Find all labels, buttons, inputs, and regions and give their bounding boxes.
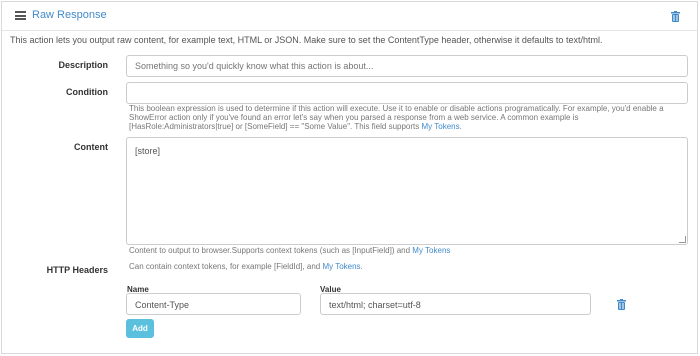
content-help-text: Content to output to browser.Supports co… bbox=[129, 246, 411, 255]
content-textarea[interactable]: [store] bbox=[126, 137, 688, 245]
condition-help-line-3: [HasRole:Administrators|true] or [SomeFi… bbox=[129, 122, 689, 131]
description-label: Description bbox=[58, 60, 108, 70]
condition-help-line-1: This boolean expression is used to deter… bbox=[129, 104, 664, 113]
trash-icon[interactable] bbox=[671, 9, 680, 27]
condition-label: Condition bbox=[66, 87, 108, 97]
description-field[interactable] bbox=[126, 55, 688, 77]
resize-handle[interactable] bbox=[679, 236, 686, 243]
content-help: Content to output to browser.Supports co… bbox=[129, 246, 450, 255]
condition-help-text: [HasRole:Administrators|true] or [SomeFi… bbox=[129, 122, 420, 131]
condition-help: This boolean expression is used to deter… bbox=[129, 104, 689, 131]
headers-help-end: . bbox=[360, 262, 363, 271]
content-value: [store] bbox=[135, 146, 161, 156]
content-my-tokens-link[interactable]: My Tokens bbox=[412, 246, 450, 255]
hamburger-icon[interactable] bbox=[15, 11, 26, 20]
headers-help-text: Can contain context tokens, for example … bbox=[129, 262, 321, 271]
condition-help-line-2: ShowError action only if you've found an… bbox=[129, 113, 579, 122]
action-description: This action lets you output raw content,… bbox=[10, 35, 603, 45]
condition-help-end: . bbox=[459, 122, 462, 131]
condition-field[interactable] bbox=[126, 82, 688, 104]
header-name-field[interactable]: Content-Type bbox=[126, 293, 301, 315]
condition-my-tokens-link[interactable]: My Tokens bbox=[422, 122, 460, 131]
content-label: Content bbox=[74, 142, 108, 152]
headers-help: Can contain context tokens, for example … bbox=[129, 262, 363, 271]
add-header-button[interactable]: Add bbox=[126, 319, 154, 338]
panel-header: Raw Response bbox=[2, 2, 697, 31]
headers-my-tokens-link[interactable]: My Tokens bbox=[322, 262, 360, 271]
http-headers-label: HTTP Headers bbox=[46, 265, 108, 275]
remove-header-trash-icon[interactable] bbox=[617, 297, 626, 315]
panel-title[interactable]: Raw Response bbox=[32, 9, 107, 21]
header-value-field[interactable]: text/html; charset=utf-8 bbox=[320, 293, 591, 315]
